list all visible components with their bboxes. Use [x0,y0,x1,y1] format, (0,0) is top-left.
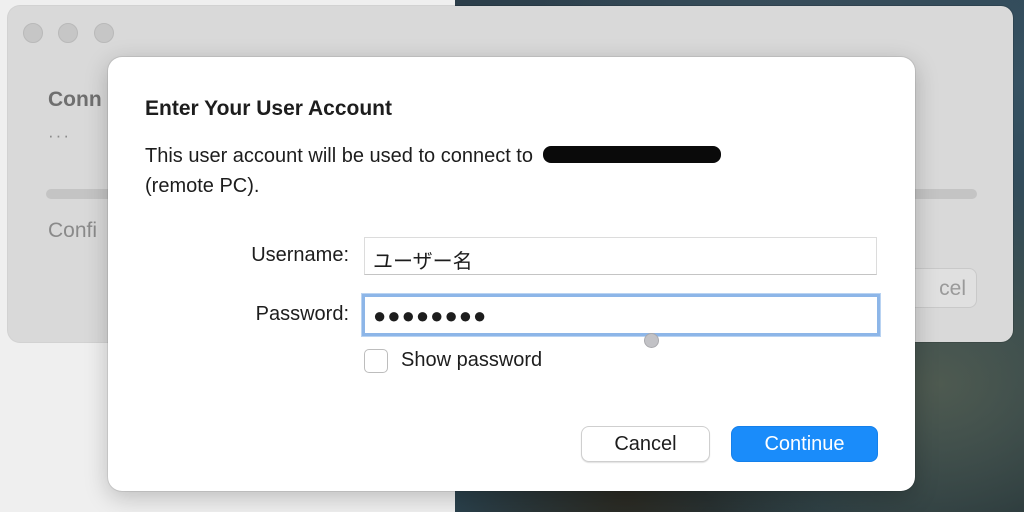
minimize-window-button[interactable] [58,23,78,43]
redacted-hostname [542,146,721,163]
background-heading: Conn [48,88,102,111]
show-password-label[interactable]: Show password [401,349,542,372]
message-text: This user account will be used to connec… [145,145,533,167]
zoom-window-button[interactable] [94,23,114,43]
close-window-button[interactable] [23,23,43,43]
dialog-title: Enter Your User Account [145,97,392,120]
window-titlebar [8,6,1013,60]
user-account-dialog: Enter Your User Account This user accoun… [108,57,915,491]
username-label: Username: [251,244,349,266]
password-label: Password: [255,303,349,325]
mouse-cursor-icon [644,333,659,348]
show-password-checkbox[interactable] [364,349,388,373]
background-subtext: ··· [48,126,71,145]
continue-button[interactable]: Continue [731,426,878,462]
message-text-end: (remote PC). [145,175,260,197]
background-config-label: Confi [48,219,98,242]
cancel-button[interactable]: Cancel [581,426,710,462]
username-field[interactable]: ユーザー名 [364,237,877,275]
dialog-message: This user account will be used to connec… [145,141,845,201]
password-field[interactable]: ●●●●●●●● [362,294,880,336]
